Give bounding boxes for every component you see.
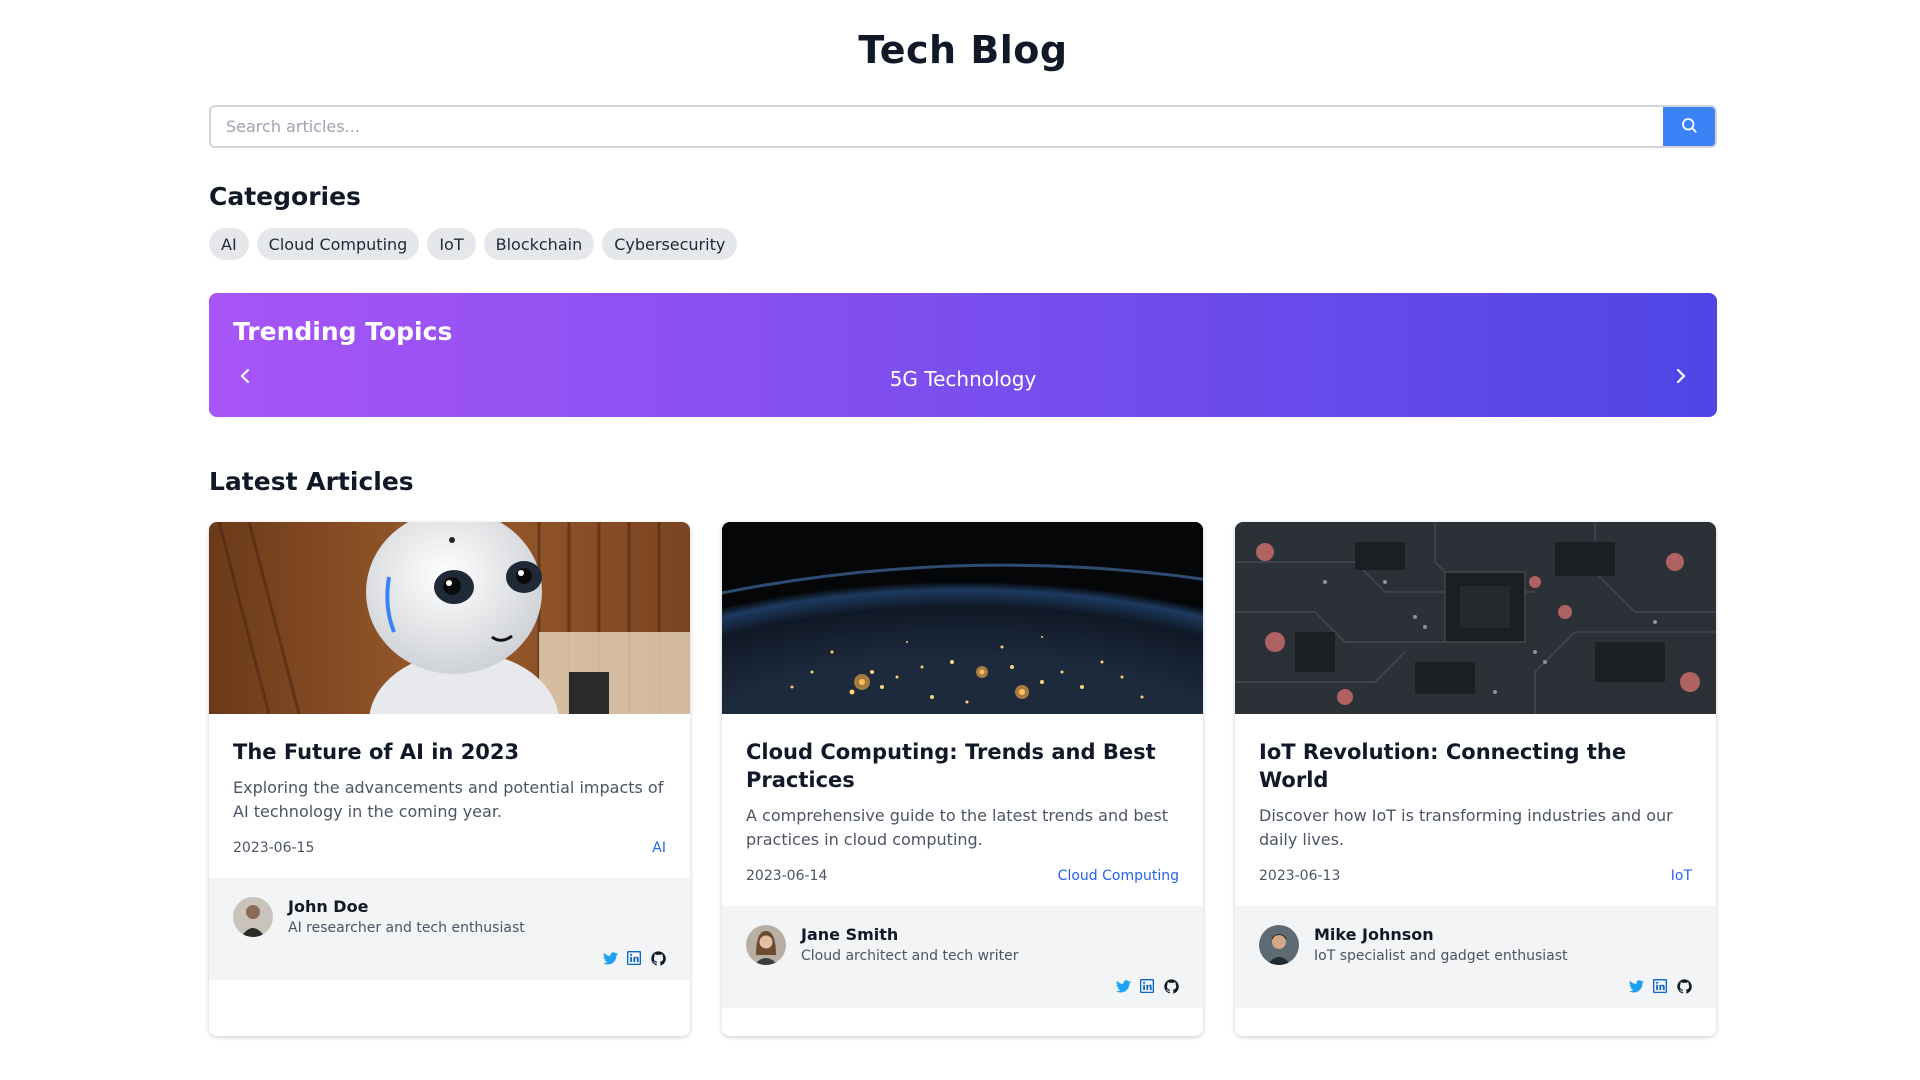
author-box: John Doe AI researcher and tech enthusia… [209, 878, 690, 980]
search-button[interactable] [1663, 107, 1715, 146]
trending-topic: 5G Technology [889, 367, 1037, 391]
category-chip-ai[interactable]: AI [209, 228, 249, 260]
carousel-next-button[interactable] [1666, 363, 1696, 393]
article-date: 2023-06-14 [746, 868, 828, 884]
author-avatar [1259, 925, 1299, 965]
article-category-link[interactable]: AI [652, 838, 666, 858]
search-icon [1680, 116, 1698, 137]
site-title: Tech Blog [858, 28, 1068, 72]
article-category-link[interactable]: Cloud Computing [1058, 866, 1179, 886]
social-links [233, 950, 666, 966]
author-avatar [233, 897, 273, 937]
chevron-right-icon [1674, 367, 1688, 389]
category-chip-cybersecurity[interactable]: Cybersecurity [602, 228, 738, 260]
article-title[interactable]: Cloud Computing: Trends and Best Practic… [746, 738, 1179, 794]
article-excerpt: Exploring the advancements and potential… [233, 778, 664, 821]
author-info: Jane Smith Cloud architect and tech writ… [801, 924, 1019, 966]
article-title[interactable]: The Future of AI in 2023 [233, 738, 666, 766]
article-excerpt: Discover how IoT is transforming industr… [1259, 806, 1673, 849]
article-excerpt: A comprehensive guide to the latest tren… [746, 806, 1168, 849]
article-meta: 2023-06-14 Cloud Computing [746, 866, 1179, 886]
social-links [1259, 978, 1692, 994]
article-card[interactable]: The Future of AI in 2023 Exploring the a… [209, 522, 690, 1036]
twitter-icon[interactable] [602, 950, 618, 966]
trending-heading: Trending Topics [233, 317, 453, 346]
page: Tech Blog Categories AI Cloud Computing … [0, 0, 1920, 1080]
linkedin-icon[interactable] [1652, 978, 1668, 994]
article-meta: 2023-06-13 IoT [1259, 866, 1692, 886]
linkedin-icon[interactable] [626, 950, 642, 966]
category-list: AI Cloud Computing IoT Blockchain Cybers… [209, 228, 738, 260]
social-links [746, 978, 1179, 994]
author-bio: Cloud architect and tech writer [801, 948, 1019, 964]
author-name: John Doe [288, 897, 369, 916]
card-footer-spacer [1235, 1008, 1716, 1036]
categories-heading: Categories [209, 182, 361, 211]
author-name: Jane Smith [801, 925, 899, 944]
linkedin-icon[interactable] [1139, 978, 1155, 994]
trending-carousel: Trending Topics 5G Technology [209, 293, 1717, 417]
latest-articles-heading: Latest Articles [209, 467, 414, 496]
author-bio: IoT specialist and gadget enthusiast [1314, 948, 1568, 964]
github-icon[interactable] [1676, 978, 1692, 994]
article-category-link[interactable]: IoT [1671, 866, 1692, 886]
author-box: Jane Smith Cloud architect and tech writ… [722, 906, 1203, 1008]
article-image-robot [209, 522, 690, 714]
author-avatar [746, 925, 786, 965]
article-date: 2023-06-13 [1259, 868, 1341, 884]
category-chip-iot[interactable]: IoT [427, 228, 476, 260]
article-card[interactable]: Cloud Computing: Trends and Best Practic… [722, 522, 1203, 1036]
article-body: Cloud Computing: Trends and Best Practic… [722, 714, 1203, 906]
article-image-circuit-board [1235, 522, 1716, 714]
article-body: IoT Revolution: Connecting the World Dis… [1235, 714, 1716, 906]
github-icon[interactable] [1163, 978, 1179, 994]
author-row: Mike Johnson IoT specialist and gadget e… [1259, 924, 1692, 966]
search-input[interactable] [211, 107, 1663, 146]
author-box: Mike Johnson IoT specialist and gadget e… [1235, 906, 1716, 1008]
author-row: Jane Smith Cloud architect and tech writ… [746, 924, 1179, 966]
card-footer-spacer [209, 980, 690, 1008]
author-row: John Doe AI researcher and tech enthusia… [233, 896, 666, 938]
category-chip-cloud-computing[interactable]: Cloud Computing [256, 228, 420, 260]
article-date: 2023-06-15 [233, 840, 315, 856]
author-info: John Doe AI researcher and tech enthusia… [288, 896, 525, 938]
category-chip-blockchain[interactable]: Blockchain [483, 228, 595, 260]
article-body: The Future of AI in 2023 Exploring the a… [209, 714, 690, 878]
twitter-icon[interactable] [1115, 978, 1131, 994]
article-meta: 2023-06-15 AI [233, 838, 666, 858]
article-grid: The Future of AI in 2023 Exploring the a… [209, 522, 1717, 1036]
article-card[interactable]: IoT Revolution: Connecting the World Dis… [1235, 522, 1716, 1036]
author-info: Mike Johnson IoT specialist and gadget e… [1314, 924, 1568, 966]
author-bio: AI researcher and tech enthusiast [288, 920, 525, 936]
article-image-earth [722, 522, 1203, 714]
twitter-icon[interactable] [1628, 978, 1644, 994]
github-icon[interactable] [650, 950, 666, 966]
author-name: Mike Johnson [1314, 925, 1434, 944]
article-title[interactable]: IoT Revolution: Connecting the World [1259, 738, 1692, 794]
search-bar [209, 105, 1717, 148]
